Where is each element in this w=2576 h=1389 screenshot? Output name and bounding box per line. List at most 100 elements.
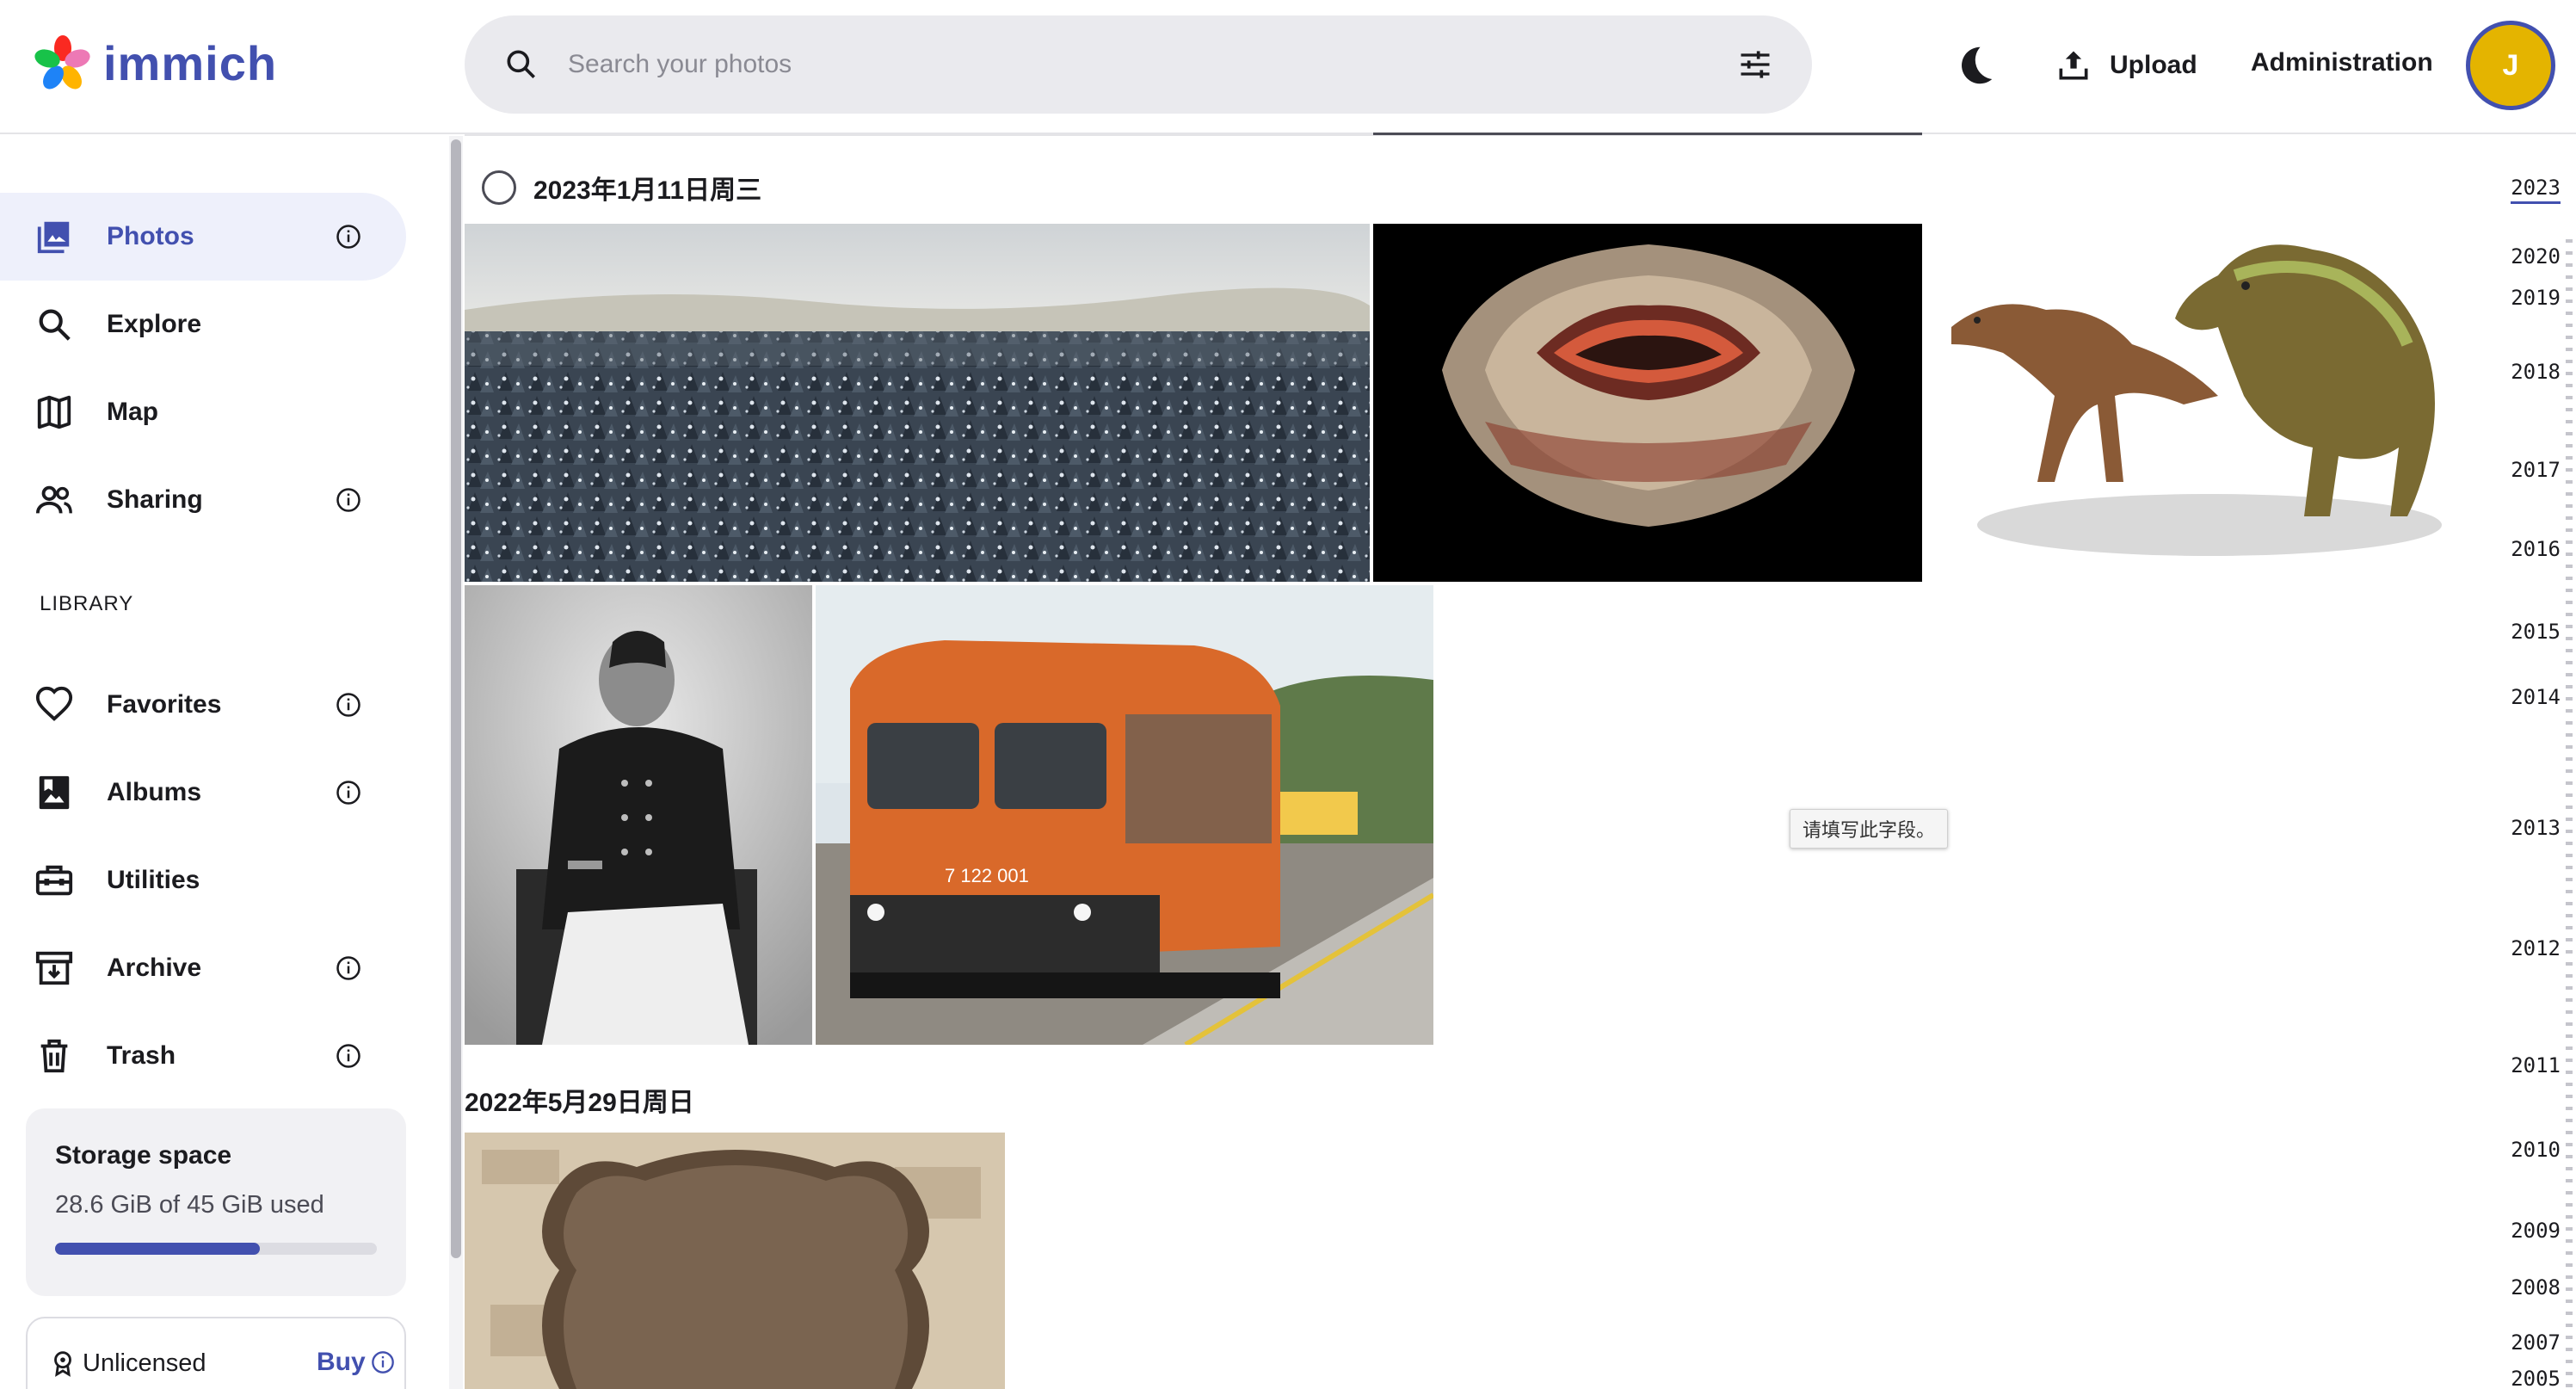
- photo-thumbnail-naval-officer[interactable]: [465, 585, 812, 1045]
- administration-button[interactable]: Administration: [2251, 48, 2433, 77]
- info-icon[interactable]: [336, 780, 361, 806]
- info-icon[interactable]: [336, 487, 361, 513]
- info-icon[interactable]: [336, 692, 361, 718]
- storage-space-card: Storage space 28.6 GiB of 45 GiB used: [26, 1108, 406, 1296]
- sidebar-item-label: Utilities: [107, 866, 200, 894]
- year-marker[interactable]: 2013: [2511, 816, 2561, 840]
- user-avatar[interactable]: J: [2466, 21, 2555, 110]
- sidebar-item-label: Archive: [107, 954, 202, 982]
- library-section-label: LIBRARY: [40, 592, 134, 615]
- year-marker[interactable]: 2015: [2511, 620, 2561, 644]
- year-marker[interactable]: 2016: [2511, 537, 2561, 561]
- naval-officer-portrait-image: [465, 585, 812, 1045]
- year-marker[interactable]: 2018: [2511, 360, 2561, 384]
- date-group-header: 2022年5月29日周日: [465, 1081, 694, 1119]
- archive-icon: [35, 951, 73, 985]
- storage-used-text: 28.6 GiB of 45 GiB used: [55, 1191, 324, 1219]
- date-group-label: 2022年5月29日周日: [465, 1089, 694, 1117]
- photo-thumbnail-orange-train[interactable]: 7 122 001: [816, 585, 1433, 1045]
- search-icon: [39, 309, 71, 341]
- heart-icon: [35, 686, 73, 721]
- year-marker[interactable]: 2011: [2511, 1053, 2561, 1077]
- sidebar-item-sharing[interactable]: Sharing: [0, 456, 406, 544]
- year-marker[interactable]: 2020: [2511, 244, 2561, 269]
- year-marker[interactable]: 2017: [2511, 458, 2561, 482]
- scrubber-ticks: [2566, 239, 2573, 1389]
- photos-icon: [37, 221, 70, 254]
- scrollbar-thumb[interactable]: [451, 139, 461, 1258]
- svg-text:7 122 001: 7 122 001: [945, 865, 1029, 886]
- year-marker[interactable]: 2012: [2511, 936, 2561, 960]
- select-group-checkbox[interactable]: [482, 170, 516, 205]
- license-badge-icon: [54, 1351, 71, 1377]
- sidebar-item-explore[interactable]: Explore: [0, 281, 406, 368]
- sidebar-item-archive[interactable]: Archive: [0, 924, 406, 1012]
- photo-thumbnail-agate[interactable]: [1373, 224, 1922, 582]
- sidebar-item-label: Trash: [107, 1041, 176, 1070]
- photo-thumbnail-dinosaurs[interactable]: [1926, 224, 2476, 582]
- info-icon: [371, 1351, 394, 1374]
- license-card: Unlicensed Buy: [26, 1317, 406, 1389]
- immich-logo-icon: [34, 35, 90, 90]
- sidebar: Photos Explore Map Sharing LIBRARY Favor…: [0, 136, 430, 1389]
- dinosaurs-image: [1951, 244, 2442, 556]
- year-marker[interactable]: 2007: [2511, 1330, 2561, 1355]
- upload-icon: [2059, 51, 2088, 80]
- storage-progress-bar: [55, 1243, 377, 1255]
- sidebar-item-map[interactable]: Map: [0, 368, 406, 456]
- sidebar-item-utilities[interactable]: Utilities: [0, 836, 406, 924]
- search-bar[interactable]: [465, 15, 1812, 114]
- year-marker[interactable]: 2023: [2511, 176, 2561, 204]
- sidebar-item-label: Explore: [107, 310, 202, 338]
- search-filter-icon[interactable]: [1736, 46, 1774, 83]
- toolbox-icon: [35, 865, 73, 896]
- sidebar-item-label: Sharing: [107, 485, 203, 514]
- year-scrubber[interactable]: 2023 2020 2019 2018 2017 2016 2015 2014 …: [2495, 136, 2576, 1389]
- sidebar-item-label: Photos: [107, 222, 194, 250]
- sidebar-item-label: Albums: [107, 778, 202, 806]
- upload-label: Upload: [2110, 51, 2197, 79]
- year-marker[interactable]: 2005: [2511, 1367, 2561, 1389]
- storage-progress-fill: [55, 1243, 260, 1255]
- bronze-plaque-image: [465, 1133, 1005, 1389]
- album-icon: [39, 775, 70, 810]
- photo-thumbnail-snowy-forest[interactable]: [465, 224, 1370, 582]
- license-status: Unlicensed: [83, 1349, 206, 1377]
- buy-label: Buy: [317, 1348, 366, 1376]
- app-name: immich: [103, 35, 278, 90]
- year-marker[interactable]: 2019: [2511, 286, 2561, 310]
- upload-button[interactable]: Upload: [2055, 40, 2197, 91]
- year-marker[interactable]: 2008: [2511, 1275, 2561, 1299]
- info-icon[interactable]: [336, 224, 361, 250]
- year-marker[interactable]: 2009: [2511, 1219, 2561, 1243]
- year-marker[interactable]: 2014: [2511, 685, 2561, 709]
- validation-tooltip: 请填写此字段。: [1790, 809, 1949, 849]
- info-icon[interactable]: [336, 1043, 361, 1069]
- sidebar-item-label: Map: [107, 398, 158, 426]
- people-icon: [35, 485, 72, 514]
- date-group-header: 2023年1月11日周三: [482, 169, 761, 207]
- top-bar: immich Upload: [0, 0, 2576, 134]
- year-marker[interactable]: 2010: [2511, 1138, 2561, 1162]
- buy-license-button[interactable]: Buy: [317, 1348, 395, 1377]
- search-input[interactable]: [568, 15, 1686, 114]
- storage-title: Storage space: [55, 1141, 232, 1170]
- dark-mode-moon-icon[interactable]: [1948, 40, 2000, 91]
- date-group-label: 2023年1月11日周三: [533, 176, 762, 205]
- immich-logo[interactable]: immich: [33, 33, 277, 93]
- sidebar-item-photos[interactable]: Photos: [0, 193, 406, 281]
- sidebar-item-favorites[interactable]: Favorites: [0, 661, 406, 749]
- sidebar-item-label: Favorites: [107, 690, 222, 719]
- info-icon[interactable]: [336, 955, 361, 981]
- divider: [1373, 133, 1922, 135]
- orange-train-image: 7 122 001: [816, 585, 1433, 1045]
- immich-app: immich Upload: [0, 0, 2576, 1389]
- photo-thumbnail-bronze-plaque[interactable]: [465, 1133, 1005, 1389]
- search-icon: [507, 50, 535, 78]
- snowy-forest-image: [465, 224, 1370, 582]
- trash-icon: [40, 1039, 68, 1073]
- sidebar-item-trash[interactable]: Trash: [0, 1012, 406, 1100]
- sidebar-item-albums[interactable]: Albums: [0, 749, 406, 836]
- agate-slice-image: [1373, 224, 1922, 582]
- map-icon: [37, 395, 71, 429]
